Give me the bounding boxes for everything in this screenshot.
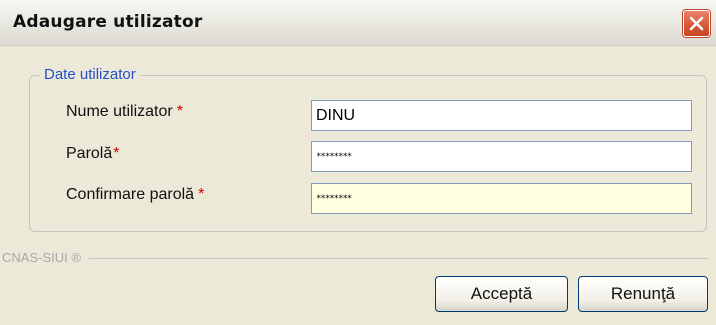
password-input[interactable] [311,141,692,172]
close-icon [689,16,704,31]
accept-button[interactable]: Acceptă [435,276,568,312]
confirm-password-label-text: Confirmare parolă [66,186,195,203]
group-legend: Date utilizator [40,66,140,84]
confirm-password-input[interactable] [311,183,692,214]
footer-brand: CNAS-SIUI ® [2,250,89,266]
username-label-text: Nume utilizator [66,103,173,120]
title-bar[interactable]: Adaugare utilizator [0,0,716,46]
username-input[interactable] [311,100,692,131]
password-label-text: Parolă [66,145,113,162]
confirm-password-label: Confirmare parolă * [66,185,204,205]
password-required-mark: * [113,145,120,162]
close-button[interactable] [683,10,710,37]
cancel-button[interactable]: Renunţă [578,276,708,312]
footer-divider [2,258,708,259]
dialog-window: Adaugare utilizator Date utilizator Nume… [0,0,716,325]
window-title: Adaugare utilizator [13,12,203,32]
password-label: Parolă* [66,144,119,164]
confirm-password-required-mark: * [198,186,205,203]
username-label: Nume utilizator * [66,102,183,122]
username-required-mark: * [176,103,183,120]
